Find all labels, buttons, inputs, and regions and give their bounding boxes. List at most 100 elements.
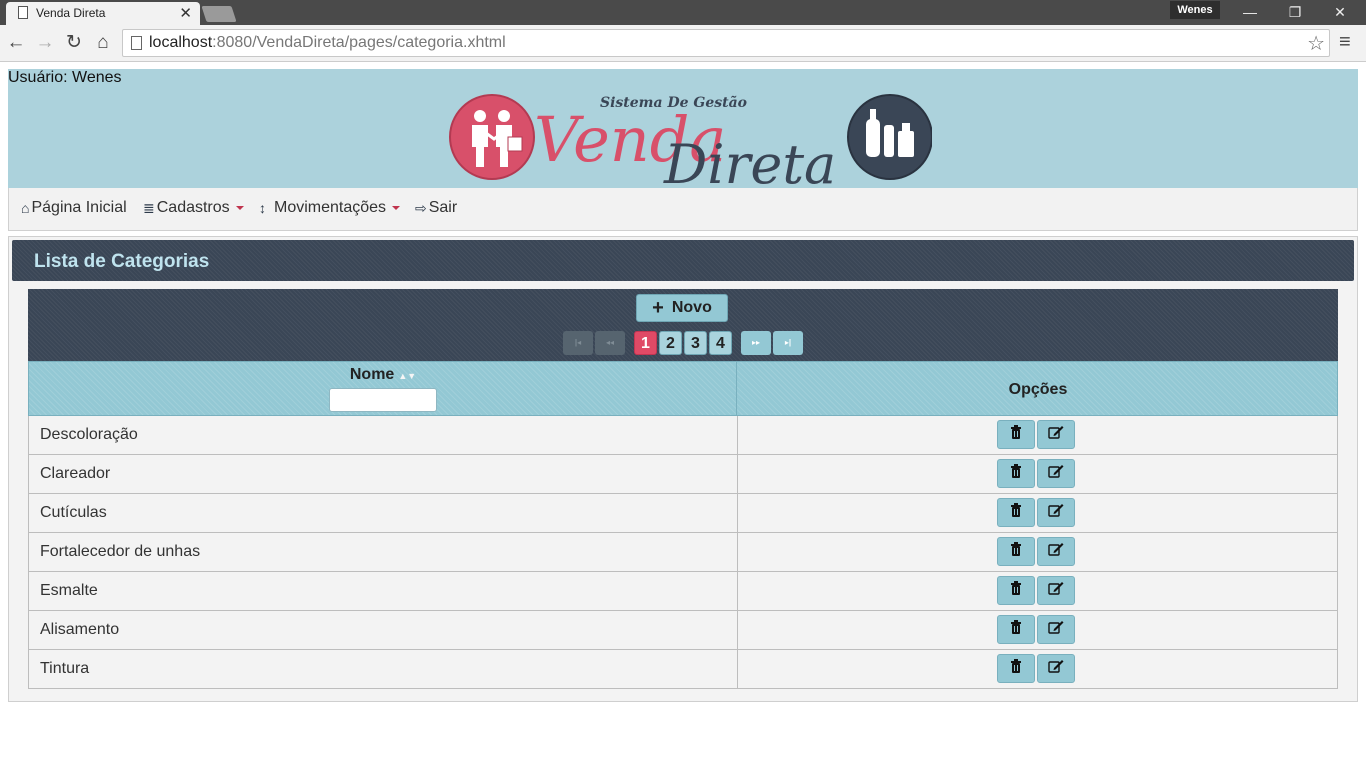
menu-item-label: Sair <box>428 199 458 216</box>
nome-filter-input[interactable] <box>329 388 437 412</box>
paginator: |◂ ◂◂ 1 2 3 4 ▸▸ ▸| <box>563 331 803 355</box>
svg-text:Direta: Direta <box>663 133 836 185</box>
edit-button[interactable] <box>1037 537 1075 566</box>
row-nome: Cutículas <box>40 504 107 521</box>
row-nome: Fortalecedor de unhas <box>40 543 201 560</box>
reload-icon[interactable]: ↻ <box>62 31 86 55</box>
edit-icon <box>1048 659 1064 678</box>
profile-badge[interactable]: Wenes <box>1170 1 1220 19</box>
tab-title: Venda Direta <box>36 6 106 20</box>
vertical-arrows-icon: ↕ <box>259 200 266 216</box>
column-opcoes-header: Opções <box>1008 381 1068 398</box>
next-page-button[interactable]: ▸▸ <box>741 331 771 355</box>
tab-close-icon[interactable]: ✕ <box>179 4 192 22</box>
panel-header: Lista de Categorias <box>12 240 1354 281</box>
browser-tabstrip: Venda Direta ✕ Wenes — ❐ ✕ <box>0 0 1366 25</box>
caret-down-icon <box>235 206 244 210</box>
table-header: Nome ▲▼ Opções <box>28 361 1338 417</box>
table-row: Alisamento <box>28 611 1338 650</box>
venda-direta-logo: Sistema De Gestão Venda Direta <box>449 94 932 185</box>
menu-item-movimentacoes[interactable]: ↕ Movimentações <box>259 199 401 217</box>
menu-item-label: Movimentações <box>274 199 387 216</box>
page-3-button[interactable]: 3 <box>684 331 707 355</box>
sort-icon: ▲▼ <box>398 371 417 381</box>
delete-button[interactable] <box>997 654 1035 683</box>
home-icon[interactable]: ⌂ <box>91 31 115 55</box>
table-row: Fortalecedor de unhas <box>28 533 1338 572</box>
minimize-button[interactable]: — <box>1228 2 1272 22</box>
table-row: Esmalte <box>28 572 1338 611</box>
edit-button[interactable] <box>1037 459 1075 488</box>
categories-panel: Lista de Categorias + Novo |◂ ◂◂ 1 2 3 4… <box>8 236 1358 702</box>
menu-item-home[interactable]: ⌂ Página Inicial <box>21 199 127 217</box>
page-info-icon <box>131 36 142 50</box>
delete-button[interactable] <box>997 537 1035 566</box>
first-page-button[interactable]: |◂ <box>563 331 593 355</box>
trash-icon <box>1010 581 1022 600</box>
delete-button[interactable] <box>997 459 1035 488</box>
table-row: Cutículas <box>28 494 1338 533</box>
edit-button[interactable] <box>1037 498 1075 527</box>
page: Usuário: Wenes Sistema De Gestão Venda D… <box>0 63 1366 768</box>
page-2-button[interactable]: 2 <box>659 331 682 355</box>
edit-icon <box>1048 581 1064 600</box>
trash-icon <box>1010 425 1022 444</box>
column-nome-header[interactable]: Nome ▲▼ <box>29 366 737 384</box>
forward-icon[interactable]: → <box>33 31 57 55</box>
user-label: Usuário: Wenes <box>8 69 122 86</box>
bookmark-star-icon[interactable]: ☆ <box>1307 31 1325 56</box>
url-text: localhost:8080/VendaDireta/pages/categor… <box>149 34 506 51</box>
menu-item-cadastros[interactable]: ≣ Cadastros <box>143 199 244 217</box>
browser-toolbar: ← → ↻ ⌂ localhost:8080/VendaDireta/pages… <box>0 25 1366 62</box>
column-divider <box>737 572 738 610</box>
page-4-button[interactable]: 4 <box>709 331 732 355</box>
browser-menu-icon[interactable]: ≡ <box>1339 31 1351 54</box>
page-1-button[interactable]: 1 <box>634 331 657 355</box>
edit-icon <box>1048 620 1064 639</box>
row-nome: Descoloração <box>40 426 138 443</box>
edit-button[interactable] <box>1037 615 1075 644</box>
grid-toolbar: + Novo |◂ ◂◂ 1 2 3 4 ▸▸ ▸| <box>28 289 1338 361</box>
plus-icon: + <box>652 296 664 319</box>
new-button-label: Novo <box>671 299 712 316</box>
trash-icon <box>1010 620 1022 639</box>
row-nome: Esmalte <box>40 582 98 599</box>
browser-tab[interactable]: Venda Direta ✕ <box>6 2 200 25</box>
delete-button[interactable] <box>997 498 1035 527</box>
table-body: Descoloração Clareador Cutículas Fortaleced… <box>28 416 1338 689</box>
address-bar[interactable]: localhost:8080/VendaDireta/pages/categor… <box>122 29 1330 57</box>
menu-item-sair[interactable]: ⇨ Sair <box>415 199 457 217</box>
edit-button[interactable] <box>1037 576 1075 605</box>
column-divider <box>737 455 738 493</box>
column-divider <box>737 533 738 571</box>
restore-button[interactable]: ❐ <box>1273 2 1317 22</box>
column-divider <box>737 611 738 649</box>
edit-icon <box>1048 425 1064 444</box>
edit-button[interactable] <box>1037 654 1075 683</box>
database-icon: ≣ <box>143 199 155 216</box>
new-button[interactable]: + Novo <box>636 294 728 322</box>
edit-icon <box>1048 542 1064 561</box>
delete-button[interactable] <box>997 576 1035 605</box>
edit-button[interactable] <box>1037 420 1075 449</box>
last-page-button[interactable]: ▸| <box>773 331 803 355</box>
row-nome: Clareador <box>40 465 111 482</box>
delete-button[interactable] <box>997 615 1035 644</box>
back-icon[interactable]: ← <box>4 31 28 55</box>
column-divider <box>737 494 738 532</box>
home-icon: ⌂ <box>21 200 30 216</box>
window-close-button[interactable]: ✕ <box>1318 2 1362 22</box>
menu-item-label: Cadastros <box>156 199 230 216</box>
page-icon <box>18 6 28 19</box>
delete-button[interactable] <box>997 420 1035 449</box>
sign-out-icon: ⇨ <box>415 199 427 216</box>
caret-down-icon <box>392 206 401 210</box>
new-tab-button[interactable] <box>201 6 237 22</box>
prev-page-button[interactable]: ◂◂ <box>595 331 625 355</box>
trash-icon <box>1010 542 1022 561</box>
main-menu: ⌂ Página Inicial ≣ Cadastros ↕ Movimenta… <box>8 188 1358 231</box>
edit-icon <box>1048 503 1064 522</box>
header-banner: Usuário: Wenes Sistema De Gestão Venda D… <box>8 69 1358 188</box>
table-row: Tintura <box>28 650 1338 689</box>
page-title: Lista de Categorias <box>34 251 210 272</box>
